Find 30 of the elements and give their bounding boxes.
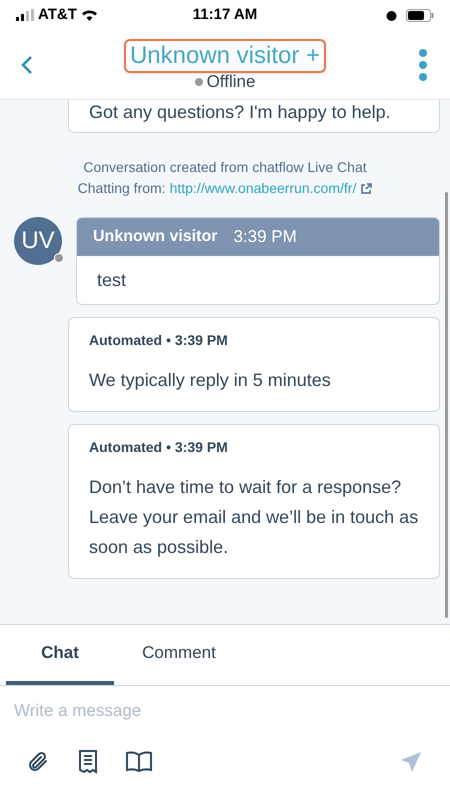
- wifi-icon: [80, 9, 98, 21]
- tab[interactable]: Chat: [6, 625, 114, 685]
- carrier: AT&T: [38, 4, 77, 25]
- message-time: • 3:39 PM: [166, 438, 228, 457]
- offline-badge: [54, 253, 64, 263]
- message-time: 3:39 PM: [233, 226, 297, 248]
- receipt-icon[interactable]: [78, 750, 98, 774]
- clock: 11:17 AM: [192, 4, 258, 25]
- message-input[interactable]: Write a message: [0, 686, 450, 736]
- message-text: We typically reply in 5 minutes: [89, 369, 332, 392]
- sender-name: Automated: [89, 438, 162, 457]
- message-text: test: [96, 269, 128, 292]
- tab[interactable]: Comment: [114, 625, 244, 685]
- paperclip-icon[interactable]: [26, 750, 50, 774]
- avatar: UV: [14, 217, 62, 265]
- more-icon: [418, 48, 428, 80]
- send-icon: [400, 751, 422, 773]
- sender-name: Automated: [89, 331, 162, 350]
- battery-icon: [406, 8, 434, 22]
- book-icon[interactable]: [126, 751, 152, 773]
- back-icon: [21, 54, 33, 74]
- external-link-icon: [360, 182, 372, 194]
- presence-status: Offline: [206, 72, 256, 90]
- chatting-from-label: Chatting from:: [78, 179, 166, 198]
- conversation-source: Conversation created from chatflow Live Chat: [83, 158, 367, 177]
- message-time: • 3:39 PM: [166, 331, 228, 350]
- sender-name: Unknown visitor: [93, 227, 218, 247]
- message-card: Got any questions? I'm happy to help.: [68, 100, 440, 133]
- signal-icon: [16, 9, 34, 21]
- message-text: Don’t have time to wait for a response? Leave your email and we’ll be in touch as soon as possible.: [89, 476, 419, 559]
